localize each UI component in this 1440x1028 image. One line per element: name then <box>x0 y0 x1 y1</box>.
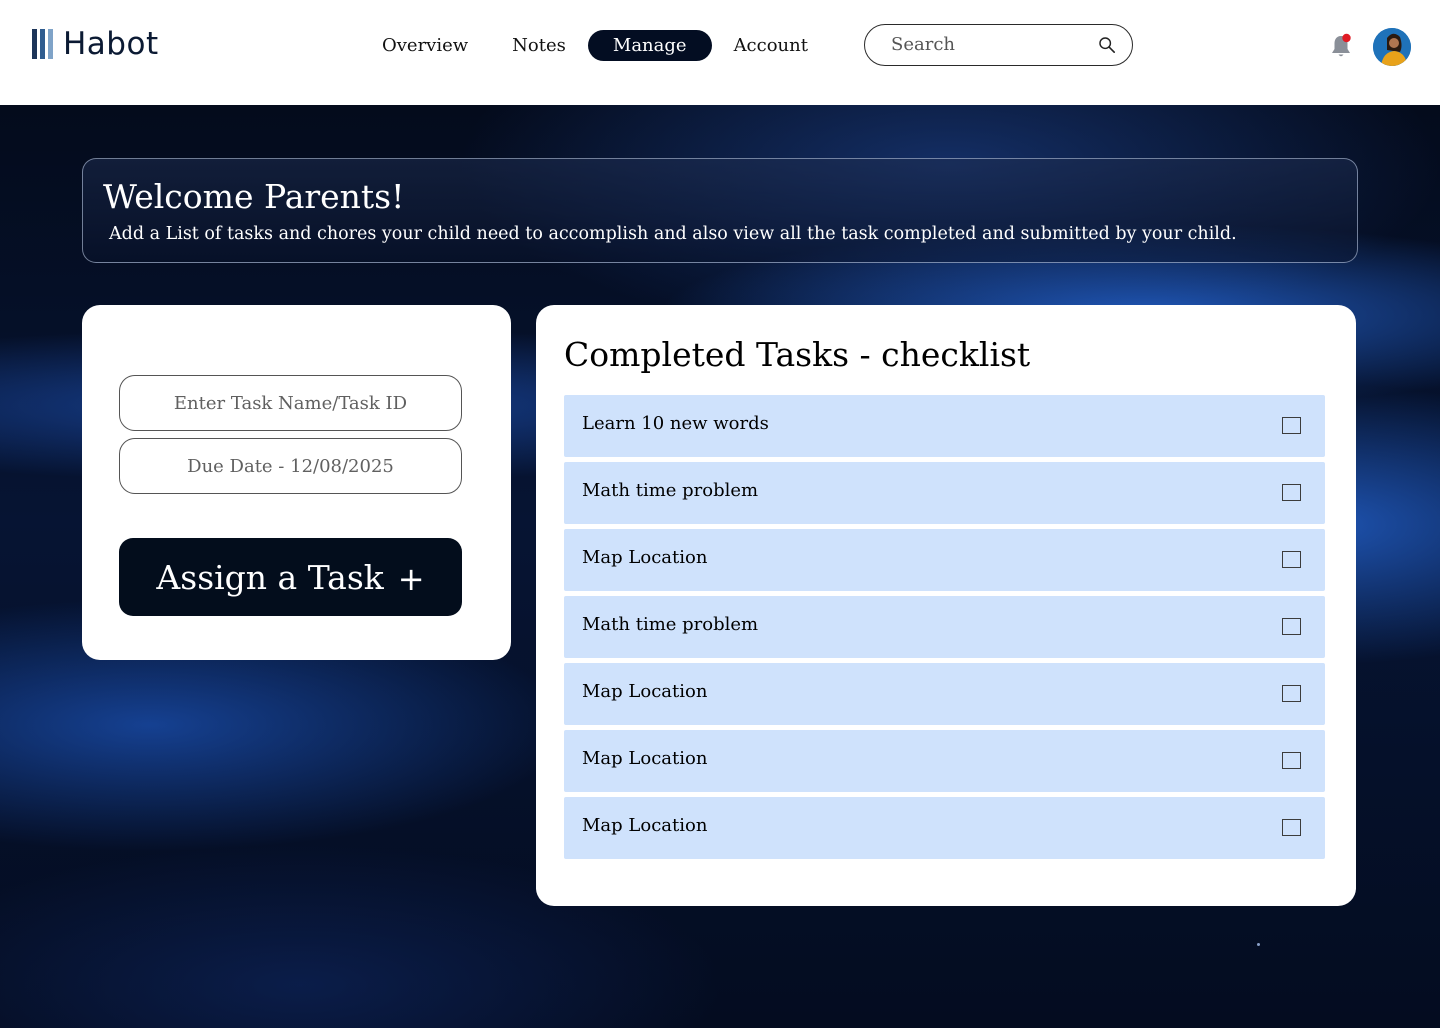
decorative-dot <box>1257 943 1260 946</box>
task-row: Map Location <box>564 663 1325 725</box>
task-checkbox[interactable] <box>1282 618 1301 635</box>
user-avatar[interactable] <box>1373 28 1411 66</box>
task-name-field <box>119 375 462 431</box>
task-checklist: Learn 10 new words Math time problem Map… <box>564 395 1326 864</box>
assign-task-card: Assign a Task + <box>82 305 511 660</box>
task-checkbox[interactable] <box>1282 819 1301 836</box>
assign-task-label: Assign a Task <box>156 557 384 597</box>
task-checkbox[interactable] <box>1282 417 1301 434</box>
task-name: Math time problem <box>582 480 759 501</box>
task-name: Map Location <box>582 681 708 702</box>
task-row: Learn 10 new words <box>564 395 1325 457</box>
completed-tasks-card: Completed Tasks - checklist Learn 10 new… <box>536 305 1356 906</box>
task-name: Map Location <box>582 815 708 836</box>
task-row: Map Location <box>564 529 1325 591</box>
avatar-image <box>1373 28 1411 66</box>
plus-icon: + <box>397 560 425 598</box>
welcome-banner: Welcome Parents! Add a List of tasks and… <box>82 158 1358 263</box>
task-row: Math time problem <box>564 596 1325 658</box>
task-name: Map Location <box>582 748 708 769</box>
task-checkbox[interactable] <box>1282 484 1301 501</box>
task-row: Map Location <box>564 797 1325 859</box>
notification-dot <box>1342 33 1351 43</box>
search-box <box>864 24 1133 66</box>
task-name-input[interactable] <box>120 376 461 430</box>
main-nav: Overview Notes Manage Account <box>360 28 830 62</box>
search-icon[interactable] <box>1098 36 1116 54</box>
assign-task-button[interactable]: Assign a Task + <box>119 538 462 616</box>
welcome-title: Welcome Parents! <box>103 177 405 216</box>
task-name: Learn 10 new words <box>582 413 769 434</box>
task-name: Map Location <box>582 547 708 568</box>
due-date-field <box>119 438 462 494</box>
search-input[interactable] <box>891 34 1081 55</box>
app-name: Habot <box>63 26 159 62</box>
due-date-input[interactable] <box>120 439 461 493</box>
logo-bar <box>48 29 53 59</box>
task-checkbox[interactable] <box>1282 685 1301 702</box>
task-row: Math time problem <box>564 462 1325 524</box>
nav-manage[interactable]: Manage <box>587 29 712 61</box>
nav-notes[interactable]: Notes <box>490 30 588 61</box>
nav-account[interactable]: Account <box>712 30 830 61</box>
welcome-subtitle: Add a List of tasks and chores your chil… <box>109 224 1237 244</box>
logo-bars-icon <box>32 29 53 59</box>
notification-bell-icon[interactable] <box>1328 32 1354 60</box>
nav-overview[interactable]: Overview <box>360 30 490 61</box>
task-row: Map Location <box>564 730 1325 792</box>
checklist-title: Completed Tasks - checklist <box>564 335 1031 374</box>
logo-bar <box>32 29 37 59</box>
task-name: Math time problem <box>582 614 759 635</box>
task-checkbox[interactable] <box>1282 551 1301 568</box>
top-header: Habot Overview Notes Manage Account <box>0 0 1440 105</box>
task-checkbox[interactable] <box>1282 752 1301 769</box>
habot-logo[interactable]: Habot <box>32 26 159 62</box>
logo-bar <box>40 29 45 59</box>
